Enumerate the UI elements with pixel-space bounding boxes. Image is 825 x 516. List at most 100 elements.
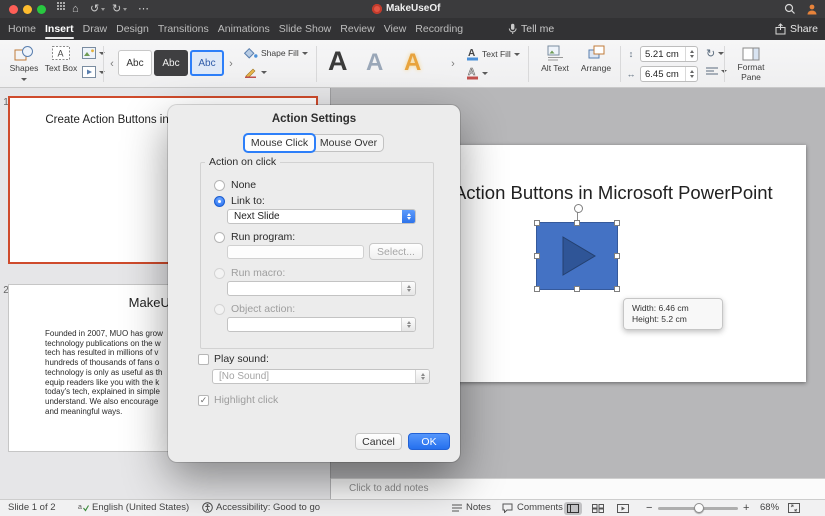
shape-width-stepper[interactable]: 6.45 cm bbox=[640, 66, 698, 82]
rotation-handle[interactable] bbox=[574, 204, 583, 213]
rotate-button[interactable]: ↻ bbox=[706, 47, 724, 60]
zoom-level[interactable]: 68% bbox=[760, 500, 779, 516]
slideshow-view-button[interactable] bbox=[614, 502, 632, 515]
tab-design[interactable]: Design bbox=[116, 18, 149, 40]
wordart-style-outline[interactable]: A bbox=[366, 51, 383, 75]
stepper-arrows-icon[interactable] bbox=[685, 67, 697, 81]
app-grid-icon[interactable] bbox=[56, 0, 66, 18]
play-sound-label[interactable]: Play sound: bbox=[214, 353, 269, 365]
radio-link-to[interactable] bbox=[214, 196, 225, 207]
select-button[interactable]: Select... bbox=[369, 243, 423, 260]
text-box-button[interactable]: A Text Box bbox=[44, 43, 78, 85]
alt-text-button[interactable]: Alt Text bbox=[536, 43, 574, 85]
shape-style-selected[interactable]: Abc bbox=[190, 50, 224, 76]
zoom-slider-knob[interactable] bbox=[694, 503, 704, 513]
wordart-style-dark[interactable]: A bbox=[328, 48, 348, 75]
undo-icon[interactable]: ↺ bbox=[90, 0, 105, 18]
tab-insert[interactable]: Insert bbox=[45, 18, 74, 40]
shape-height-stepper[interactable]: 5.21 cm bbox=[640, 46, 698, 62]
play-sound-checkbox[interactable] bbox=[198, 354, 209, 365]
radio-none-label[interactable]: None bbox=[231, 179, 256, 191]
tab-slide-show[interactable]: Slide Show bbox=[279, 18, 332, 40]
more-commands-icon[interactable]: ⋯ bbox=[138, 0, 149, 18]
highlight-click-label[interactable]: Highlight click bbox=[214, 394, 278, 406]
radio-none[interactable] bbox=[214, 180, 225, 191]
resize-handle-w[interactable] bbox=[534, 253, 540, 259]
ok-button[interactable]: OK bbox=[408, 433, 450, 450]
style-gallery-next-icon[interactable]: › bbox=[226, 52, 236, 76]
document-title: MakeUseOf bbox=[386, 0, 440, 18]
fit-to-window-icon[interactable] bbox=[788, 503, 800, 516]
tab-transitions[interactable]: Transitions bbox=[158, 18, 209, 40]
tab-review[interactable]: Review bbox=[340, 18, 374, 40]
check-icon: ✓ bbox=[199, 396, 208, 405]
radio-run-macro bbox=[214, 268, 225, 279]
radio-run-program-label[interactable]: Run program: bbox=[231, 231, 295, 243]
zoom-in-icon[interactable]: + bbox=[743, 500, 749, 516]
share-label: Share bbox=[790, 23, 818, 35]
insert-picture-button[interactable] bbox=[82, 47, 105, 59]
home-icon[interactable]: ⌂ bbox=[72, 0, 79, 18]
notes-placeholder[interactable]: Click to add notes bbox=[349, 483, 429, 494]
radio-run-program[interactable] bbox=[214, 232, 225, 243]
tab-draw[interactable]: Draw bbox=[83, 18, 108, 40]
text-fill-button[interactable]: A Text Fill bbox=[466, 47, 520, 61]
style-gallery-prev-icon[interactable]: ‹ bbox=[107, 52, 117, 76]
resize-handle-ne[interactable] bbox=[614, 220, 620, 226]
wordart-style-glow[interactable]: A bbox=[404, 51, 421, 75]
shape-style-light[interactable]: Abc bbox=[118, 50, 152, 76]
arrange-button[interactable]: Arrange bbox=[576, 43, 616, 85]
shape-outline-button[interactable] bbox=[244, 66, 267, 78]
powerpoint-window: ⌂ ↺ ↻ ⋯ MakeUseOf Home Insert Draw Desig… bbox=[0, 0, 825, 516]
svg-text:a: a bbox=[78, 504, 82, 511]
resize-handle-e[interactable] bbox=[614, 253, 620, 259]
resize-handle-n[interactable] bbox=[574, 220, 580, 226]
language-indicator[interactable]: English (United States) bbox=[92, 500, 189, 516]
wordart-gallery-next-icon[interactable]: › bbox=[448, 52, 458, 76]
format-pane-icon bbox=[742, 43, 760, 61]
cancel-button[interactable]: Cancel bbox=[355, 433, 402, 450]
shape-width-value: 6.45 cm bbox=[641, 69, 685, 80]
tab-recording[interactable]: Recording bbox=[415, 18, 463, 40]
resize-handle-sw[interactable] bbox=[534, 286, 540, 292]
maximize-window-icon[interactable] bbox=[37, 5, 46, 14]
radio-link-to-label[interactable]: Link to: bbox=[231, 195, 265, 207]
shapes-icon bbox=[14, 43, 34, 61]
action-button-shape[interactable] bbox=[536, 222, 618, 290]
tell-me-label: Tell me bbox=[521, 23, 554, 35]
resize-handle-nw[interactable] bbox=[534, 220, 540, 226]
shape-style-dark[interactable]: Abc bbox=[154, 50, 188, 76]
resize-handle-s[interactable] bbox=[574, 286, 580, 292]
accessibility-status[interactable]: Accessibility: Good to go bbox=[216, 500, 320, 516]
accessibility-icon bbox=[202, 502, 213, 516]
slide-sorter-view-button[interactable] bbox=[589, 502, 607, 515]
link-to-dropdown[interactable]: Next Slide bbox=[227, 209, 416, 224]
highlight-click-checkbox[interactable]: ✓ bbox=[198, 395, 209, 406]
radio-object-action bbox=[214, 304, 225, 315]
close-window-icon[interactable] bbox=[9, 5, 18, 14]
stepper-arrows-icon[interactable] bbox=[685, 47, 697, 61]
format-pane-button[interactable]: Format Pane bbox=[728, 43, 774, 85]
minimize-window-icon[interactable] bbox=[23, 5, 32, 14]
shape-fill-button[interactable]: Shape Fill bbox=[244, 47, 308, 59]
comments-toggle[interactable]: Comments bbox=[517, 500, 563, 516]
tell-me-button[interactable]: Tell me bbox=[508, 18, 554, 40]
slideshow-icon bbox=[617, 504, 629, 513]
notes-pane[interactable]: Click to add notes bbox=[331, 478, 825, 499]
text-outline-button[interactable]: A bbox=[466, 66, 488, 80]
shapes-label: Shapes bbox=[10, 63, 39, 73]
tab-mouse-over[interactable]: Mouse Over bbox=[314, 135, 383, 151]
insert-media-button[interactable] bbox=[82, 66, 105, 78]
tab-animations[interactable]: Animations bbox=[218, 18, 270, 40]
zoom-out-icon[interactable]: − bbox=[646, 500, 652, 516]
tab-mouse-click[interactable]: Mouse Click bbox=[243, 133, 316, 153]
tab-view[interactable]: View bbox=[384, 18, 407, 40]
tab-home[interactable]: Home bbox=[8, 18, 36, 40]
redo-icon[interactable]: ↻ bbox=[112, 0, 127, 18]
resize-handle-se[interactable] bbox=[614, 286, 620, 292]
run-program-field[interactable] bbox=[227, 245, 364, 259]
share-button[interactable]: Share bbox=[775, 18, 818, 40]
notes-toggle[interactable]: Notes bbox=[466, 500, 491, 516]
normal-view-button[interactable] bbox=[564, 502, 582, 515]
shapes-button[interactable]: Shapes bbox=[6, 43, 42, 85]
